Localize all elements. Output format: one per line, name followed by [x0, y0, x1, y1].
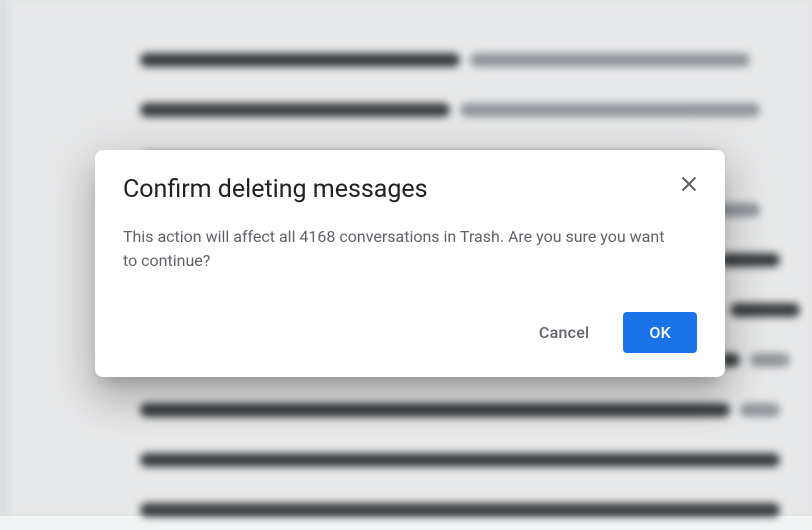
close-button[interactable] — [677, 172, 701, 196]
dialog-actions: Cancel OK — [123, 312, 697, 353]
cancel-button[interactable]: Cancel — [513, 312, 615, 353]
dialog-body-text: This action will affect all 4168 convers… — [123, 225, 697, 275]
dialog-title: Confirm deleting messages — [123, 174, 428, 207]
ok-button[interactable]: OK — [623, 312, 697, 353]
close-icon — [679, 174, 699, 194]
confirm-dialog: Confirm deleting messages This action wi… — [95, 150, 725, 377]
